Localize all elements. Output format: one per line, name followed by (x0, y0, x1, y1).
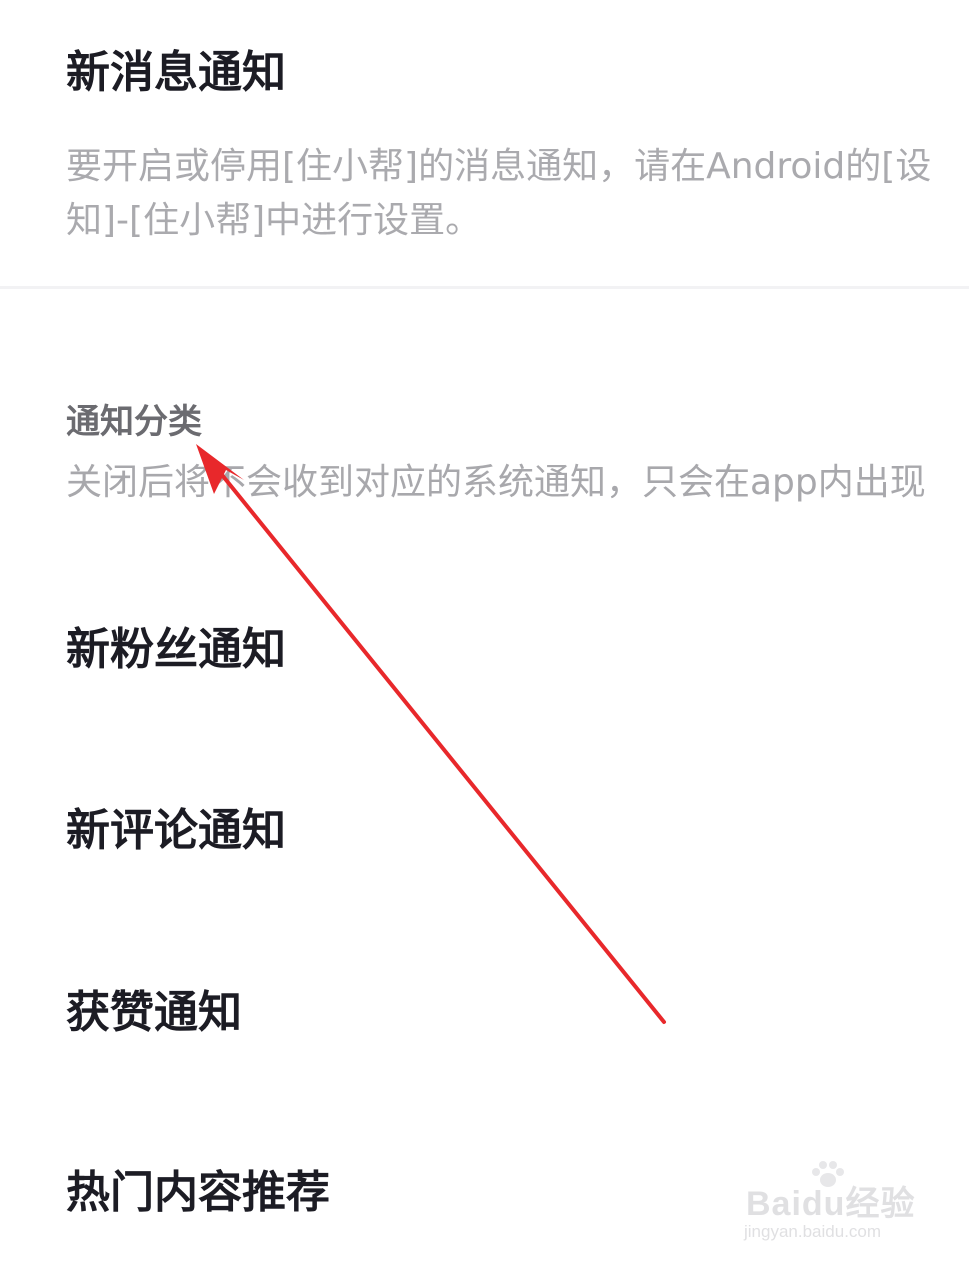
red-arrow-annotation (196, 444, 666, 1024)
category-title: 通知分类 (66, 402, 202, 442)
arrow-shaft (216, 468, 666, 1024)
setting-item-new-followers[interactable]: 新粉丝通知 (0, 597, 969, 707)
setting-label-new-comments: 新评论通知 (66, 805, 286, 856)
page-title: 新消息通知 (66, 47, 286, 98)
setting-label-new-followers: 新粉丝通知 (66, 624, 286, 675)
notification-description: 要开启或停用[住小帮]的消息通知，请在Android的[设 知]-[住小帮]中进… (66, 140, 969, 248)
description-line-2: 知]-[住小帮]中进行设置。 (66, 200, 482, 241)
setting-label-likes: 获赞通知 (66, 987, 242, 1038)
section-divider (0, 286, 969, 289)
category-description: 关闭后将不会收到对应的系统通知，只会在app内出现 (66, 462, 926, 503)
description-line-1: 要开启或停用[住小帮]的消息通知，请在Android的[设 (66, 146, 932, 187)
setting-label-hot-content: 热门内容推荐 (66, 1167, 330, 1218)
setting-item-hot-content[interactable]: 热门内容推荐 (0, 1140, 969, 1250)
setting-item-likes[interactable]: 获赞通知 (0, 960, 969, 1070)
notification-header-section: 新消息通知 要开启或停用[住小帮]的消息通知，请在Android的[设 知]-[… (0, 0, 969, 286)
setting-item-new-comments[interactable]: 新评论通知 (0, 778, 969, 888)
